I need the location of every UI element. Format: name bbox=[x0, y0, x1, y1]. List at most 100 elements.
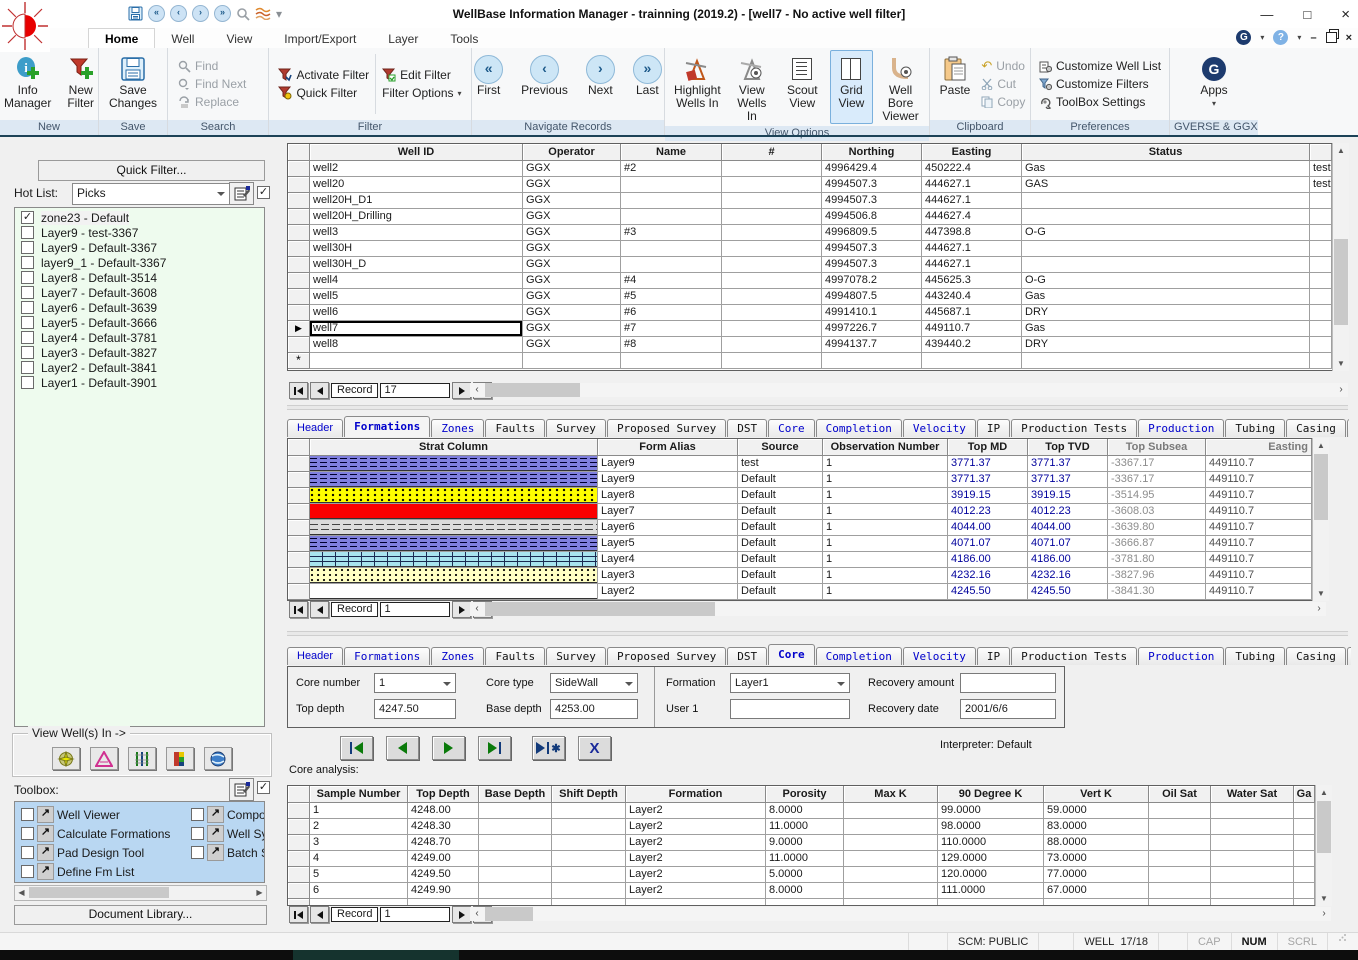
cell-empty[interactable] bbox=[479, 899, 552, 906]
cell-extra[interactable]: test3 bbox=[1310, 177, 1332, 193]
cell-top_md[interactable]: 4186.00 bbox=[948, 552, 1028, 568]
hot-list-select[interactable]: Picks bbox=[72, 183, 230, 205]
cell[interactable] bbox=[552, 851, 626, 867]
cell[interactable] bbox=[552, 883, 626, 899]
view-in-map-button[interactable] bbox=[52, 747, 80, 770]
hot-list-item[interactable]: Layer3 - Default-3827 bbox=[15, 345, 264, 360]
cell[interactable] bbox=[479, 883, 552, 899]
cell-easting[interactable]: 449110.7 bbox=[1206, 520, 1312, 536]
cell[interactable] bbox=[844, 819, 938, 835]
ribbon-tab-view[interactable]: View bbox=[210, 29, 268, 49]
cell-well_id[interactable]: well20 bbox=[310, 177, 523, 193]
cell-alias[interactable]: Layer5 bbox=[598, 536, 738, 552]
cell[interactable] bbox=[1149, 835, 1211, 851]
cell-strat-column[interactable] bbox=[310, 552, 598, 568]
view-in-strat-viewer-button[interactable] bbox=[166, 747, 194, 770]
scrollbar-thumb[interactable] bbox=[29, 887, 169, 898]
cell-operator[interactable]: GGX bbox=[523, 273, 621, 289]
cell-alias[interactable]: Layer3 bbox=[598, 568, 738, 584]
row-selector[interactable] bbox=[288, 273, 310, 289]
cell-easting[interactable]: 444627.4 bbox=[922, 209, 1022, 225]
formations-vertical-scrollbar[interactable]: ▲ ▼ bbox=[1312, 438, 1329, 601]
checkbox[interactable] bbox=[191, 846, 204, 859]
core-grid-vertical-scrollbar[interactable]: ▲ ▼ bbox=[1315, 785, 1332, 906]
column-header-status[interactable]: Status bbox=[1022, 144, 1310, 161]
view-in-web-button[interactable] bbox=[204, 747, 232, 770]
recovery-amount-input[interactable] bbox=[960, 673, 1056, 693]
cell-well_id[interactable]: well5 bbox=[310, 289, 523, 305]
cell-well_id[interactable]: well2 bbox=[310, 161, 523, 177]
cell-top_subsea[interactable]: -3367.17 bbox=[1108, 472, 1206, 488]
scroll-down-icon[interactable]: ▼ bbox=[1313, 586, 1329, 601]
table-row[interactable]: well8GGX#84994137.7439440.2DRY bbox=[288, 337, 1332, 353]
cut-button[interactable]: Cut bbox=[981, 77, 1025, 91]
hot-list-item[interactable]: Layer2 - Default-3841 bbox=[15, 360, 264, 375]
column-header[interactable]: Vert K bbox=[1044, 786, 1149, 803]
cell-easting[interactable]: 449110.7 bbox=[1206, 568, 1312, 584]
cell-extra[interactable] bbox=[1310, 273, 1332, 289]
record-previous-button[interactable] bbox=[310, 382, 329, 399]
cell-source[interactable]: Default bbox=[738, 584, 823, 600]
cell[interactable] bbox=[1211, 819, 1294, 835]
cell-operator[interactable]: GGX bbox=[523, 321, 621, 337]
checkbox[interactable] bbox=[21, 226, 34, 239]
record-first-button[interactable] bbox=[289, 601, 308, 618]
cell-strat-column[interactable] bbox=[310, 488, 598, 504]
view-in-cross-section-button[interactable] bbox=[90, 747, 118, 770]
cell[interactable] bbox=[1149, 851, 1211, 867]
cell[interactable] bbox=[1294, 867, 1315, 883]
formation-row[interactable]: Layer5Default14071.074071.07-3666.874491… bbox=[288, 536, 1312, 552]
tab-tubing[interactable]: Tubing bbox=[1225, 647, 1285, 665]
cell-top_subsea[interactable]: -3367.17 bbox=[1108, 456, 1206, 472]
find-next-button[interactable]: Find Next bbox=[178, 77, 246, 91]
column-header-top_md[interactable]: Top MD bbox=[948, 439, 1028, 456]
tab-casing[interactable]: Casing bbox=[1286, 419, 1346, 437]
cell-empty[interactable] bbox=[1294, 899, 1315, 906]
cell-empty[interactable] bbox=[766, 899, 844, 906]
undo-button[interactable]: ↶ Undo bbox=[981, 59, 1025, 73]
qat-more-icon[interactable]: ▾ bbox=[276, 7, 282, 21]
toolbox-item[interactable]: ↗Calculate Formations bbox=[21, 824, 170, 843]
cell-extra[interactable] bbox=[1310, 289, 1332, 305]
core-type-select[interactable]: SideWall bbox=[550, 673, 638, 693]
row-selector[interactable] bbox=[288, 225, 310, 241]
cell-top_md[interactable]: 3919.15 bbox=[948, 488, 1028, 504]
cell-extra[interactable] bbox=[1310, 257, 1332, 273]
tab-microseismic[interactable]: Microseismic bbox=[1347, 419, 1349, 437]
document-library-button[interactable]: Document Library... bbox=[14, 905, 267, 925]
cell[interactable] bbox=[479, 835, 552, 851]
tab-survey[interactable]: Survey bbox=[546, 419, 606, 437]
toolbox-item[interactable]: ↗Pad Design Tool bbox=[21, 843, 170, 862]
row-selector[interactable] bbox=[288, 305, 310, 321]
toolbox-settings-button[interactable]: ToolBox Settings bbox=[1039, 95, 1161, 109]
record-number-input[interactable]: 17 bbox=[380, 383, 450, 398]
help-caret-icon[interactable]: ▾ bbox=[1297, 33, 1301, 42]
row-selector[interactable] bbox=[288, 883, 310, 899]
core-first-button[interactable] bbox=[340, 736, 373, 760]
next-record-icon[interactable]: › bbox=[192, 5, 209, 22]
cell-easting[interactable]: 449110.7 bbox=[1206, 472, 1312, 488]
tab-proposed-survey[interactable]: Proposed Survey bbox=[607, 419, 726, 437]
cell-strat-column[interactable] bbox=[310, 584, 598, 600]
cell-operator[interactable]: GGX bbox=[523, 177, 621, 193]
table-row[interactable]: well3GGX#34996809.5447398.8O-G bbox=[288, 225, 1332, 241]
view-in-log-viewer-button[interactable] bbox=[128, 747, 156, 770]
cell-operator[interactable]: GGX bbox=[523, 337, 621, 353]
cell-name[interactable] bbox=[621, 209, 722, 225]
column-header-northing[interactable]: Northing bbox=[822, 144, 922, 161]
tab-completion[interactable]: Completion bbox=[816, 419, 902, 437]
record-first-button[interactable] bbox=[289, 906, 308, 923]
tab-ip[interactable]: IP bbox=[977, 647, 1010, 665]
checkbox[interactable] bbox=[21, 286, 34, 299]
cell-operator[interactable]: GGX bbox=[523, 209, 621, 225]
cell-alias[interactable]: Layer2 bbox=[598, 584, 738, 600]
next-record-button[interactable]: › Next bbox=[581, 50, 620, 118]
cell-num[interactable] bbox=[722, 321, 822, 337]
cell-top_tvd[interactable]: 4012.23 bbox=[1028, 504, 1108, 520]
table-row[interactable]: well20H_DrillingGGX4994506.8444627.4 bbox=[288, 209, 1332, 225]
row-selector[interactable] bbox=[288, 568, 310, 584]
cell[interactable]: 4249.90 bbox=[408, 883, 479, 899]
record-previous-button[interactable] bbox=[310, 906, 329, 923]
cell-status[interactable] bbox=[1022, 209, 1310, 225]
cell-well_id[interactable]: well8 bbox=[310, 337, 523, 353]
